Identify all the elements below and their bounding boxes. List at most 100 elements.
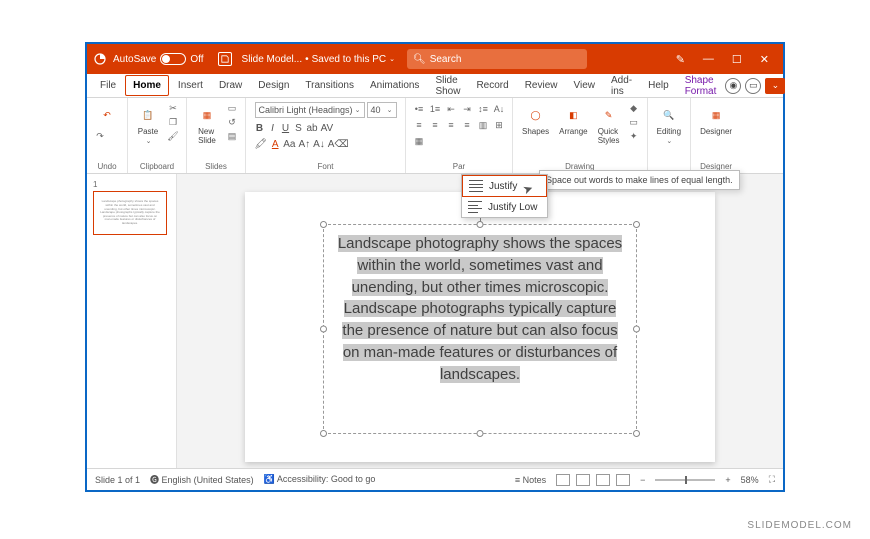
- tab-addins[interactable]: Add-ins: [604, 71, 639, 101]
- font-size-selector[interactable]: 40⌄: [367, 102, 397, 118]
- convert-smartart-button[interactable]: ▦: [412, 134, 426, 148]
- resize-handle-r[interactable]: [633, 326, 640, 333]
- justify-button[interactable]: ≡: [460, 118, 474, 132]
- reading-view-button[interactable]: [596, 474, 610, 486]
- autosave-toggle[interactable]: AutoSave Off: [113, 53, 204, 65]
- indent-left-button[interactable]: ⇤: [444, 102, 458, 116]
- change-case-button[interactable]: Aa: [283, 139, 295, 150]
- new-slide-button[interactable]: ▦ New Slide: [193, 102, 221, 147]
- columns-button[interactable]: ▥: [476, 118, 490, 132]
- tab-design[interactable]: Design: [251, 76, 296, 95]
- align-left-button[interactable]: ≡: [412, 118, 426, 132]
- tab-animations[interactable]: Animations: [363, 76, 426, 95]
- tab-transitions[interactable]: Transitions: [298, 76, 361, 95]
- slide-canvas-area[interactable]: ⟳ Landscape photography shows the spaces…: [177, 174, 783, 468]
- editing-button[interactable]: 🔍Editing⌄: [654, 102, 684, 147]
- arrange-button[interactable]: ◧Arrange: [556, 102, 590, 138]
- save-status: Saved to this PC: [312, 54, 386, 65]
- align-right-button[interactable]: ≡: [444, 118, 458, 132]
- resize-handle-b[interactable]: [477, 430, 484, 437]
- resize-handle-tr[interactable]: [633, 221, 640, 228]
- slide[interactable]: ⟳ Landscape photography shows the spaces…: [245, 192, 715, 462]
- zoom-level[interactable]: 58%: [741, 475, 759, 485]
- save-icon[interactable]: [218, 52, 232, 66]
- shadow-button[interactable]: ab: [307, 123, 318, 134]
- font-color-button[interactable]: A: [270, 139, 280, 150]
- justify-low-menu-item[interactable]: Justify Low: [462, 197, 547, 217]
- shrink-font-button[interactable]: A↓: [313, 139, 325, 150]
- underline-button[interactable]: U: [281, 123, 291, 134]
- highlight-button[interactable]: 🖍: [255, 139, 268, 150]
- tab-home[interactable]: Home: [125, 75, 169, 96]
- bold-button[interactable]: B: [255, 123, 265, 134]
- tab-help[interactable]: Help: [641, 76, 676, 95]
- tab-draw[interactable]: Draw: [212, 76, 249, 95]
- resize-handle-br[interactable]: [633, 430, 640, 437]
- search-input[interactable]: 🔍︎ Search: [407, 49, 587, 69]
- tab-insert[interactable]: Insert: [171, 76, 210, 95]
- undo-button[interactable]: ↶: [93, 102, 121, 128]
- tab-file[interactable]: File: [93, 76, 123, 95]
- resize-handle-bl[interactable]: [320, 430, 327, 437]
- shapes-button[interactable]: ◯Shapes: [519, 102, 552, 138]
- resize-handle-t[interactable]: [477, 221, 484, 228]
- format-painter-button[interactable]: 🖌: [166, 130, 180, 142]
- tab-review[interactable]: Review: [518, 76, 565, 95]
- tab-shape-format[interactable]: Shape Format: [678, 71, 724, 101]
- resize-handle-l[interactable]: [320, 326, 327, 333]
- numbering-button[interactable]: 1≡: [428, 102, 442, 116]
- slideshow-view-button[interactable]: [616, 474, 630, 486]
- accessibility-indicator[interactable]: ♿ Accessibility: Good to go: [264, 474, 376, 485]
- text-box[interactable]: Landscape photography shows the spaces w…: [323, 224, 637, 434]
- shape-fill-button[interactable]: ◆: [627, 102, 641, 114]
- close-button[interactable]: ✕: [760, 53, 769, 66]
- language-indicator[interactable]: 🅖 English (United States): [150, 473, 254, 486]
- font-name-selector[interactable]: Calibri Light (Headings)⌄: [255, 102, 365, 118]
- indent-right-button[interactable]: ⇥: [460, 102, 474, 116]
- slide-counter[interactable]: Slide 1 of 1: [95, 475, 140, 485]
- normal-view-button[interactable]: [556, 474, 570, 486]
- redo-button[interactable]: ↷: [93, 130, 107, 142]
- maximize-button[interactable]: ☐: [732, 53, 742, 66]
- notes-button[interactable]: ≡ Notes: [515, 475, 546, 485]
- align-center-button[interactable]: ≡: [428, 118, 442, 132]
- clear-format-button[interactable]: A⌫: [328, 139, 349, 150]
- document-title: Slide Model...: [242, 54, 303, 65]
- group-label-undo: Undo: [97, 160, 116, 171]
- toggle-switch[interactable]: [160, 53, 186, 65]
- strikethrough-button[interactable]: S: [294, 123, 304, 134]
- zoom-out-button[interactable]: −: [640, 475, 645, 485]
- shape-outline-button[interactable]: ▭: [627, 116, 641, 128]
- italic-button[interactable]: I: [268, 123, 278, 134]
- text-direction-button[interactable]: A↓: [492, 102, 506, 116]
- fit-to-window-button[interactable]: ⛶: [769, 474, 775, 485]
- bullets-button[interactable]: •≡: [412, 102, 426, 116]
- slide-thumbnail-1[interactable]: Landscape photography shows the spaces w…: [93, 191, 167, 235]
- slide-body-text[interactable]: Landscape photography shows the spaces w…: [332, 233, 628, 425]
- tab-slideshow[interactable]: Slide Show: [428, 71, 467, 101]
- tab-view[interactable]: View: [567, 76, 603, 95]
- quick-styles-button[interactable]: ✎Quick Styles: [595, 102, 623, 147]
- ribbon-collapse-button[interactable]: ⌄: [765, 78, 785, 94]
- camera-icon[interactable]: ◉: [725, 78, 741, 94]
- designer-button[interactable]: ▦Designer: [697, 102, 735, 138]
- sorter-view-button[interactable]: [576, 474, 590, 486]
- zoom-slider[interactable]: [655, 479, 715, 481]
- copy-button[interactable]: ❐: [166, 116, 180, 128]
- cut-button[interactable]: ✂: [166, 102, 180, 114]
- zoom-in-button[interactable]: +: [725, 475, 730, 485]
- layout-button[interactable]: ▭: [225, 102, 239, 114]
- minimize-button[interactable]: —: [703, 53, 714, 66]
- pen-icon[interactable]: ✎: [676, 53, 685, 66]
- char-spacing-button[interactable]: AV: [321, 123, 334, 134]
- resize-handle-tl[interactable]: [320, 221, 327, 228]
- grow-font-button[interactable]: A↑: [298, 139, 310, 150]
- line-spacing-button[interactable]: ↕≡: [476, 102, 490, 116]
- align-text-button[interactable]: ⊞: [492, 118, 506, 132]
- present-icon[interactable]: ▭: [745, 78, 761, 94]
- shape-effects-button[interactable]: ✦: [627, 130, 641, 142]
- reset-button[interactable]: ↺: [225, 116, 239, 128]
- tab-record[interactable]: Record: [469, 76, 515, 95]
- section-button[interactable]: ▤: [225, 130, 239, 142]
- paste-button[interactable]: 📋 Paste ⌄: [134, 102, 162, 147]
